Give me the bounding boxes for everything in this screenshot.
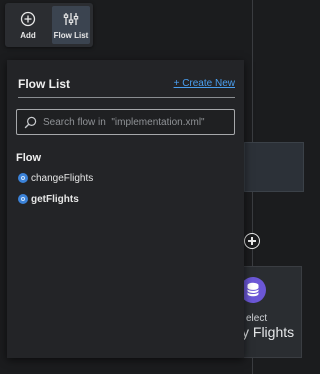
sliders-icon [63,13,79,25]
add-button[interactable]: Add [9,6,47,44]
node-subtitle: elect [246,313,268,324]
panel-title: Flow List [18,77,70,91]
node-title: y Flights [242,324,295,340]
flow-item-label: changeFlights [31,173,94,184]
flow-icon [18,173,28,183]
canvas-add-step-icon[interactable] [244,233,260,249]
flow-item-getflights[interactable]: getFlights [18,194,79,208]
add-button-label: Add [20,31,36,40]
divider [18,97,235,98]
plus-circle-icon [20,11,36,27]
canvas-flow-block[interactable] [244,142,304,192]
create-new-link[interactable]: + Create New [174,78,235,89]
flow-icon [18,194,28,204]
flow-section-heading: Flow [16,152,42,164]
flow-list-button[interactable]: Flow List [52,6,90,44]
search-icon [24,116,37,129]
flow-designer: elect y Flights Add Flow List Flow List … [0,0,304,374]
search-input[interactable] [43,113,231,131]
flow-item-changeflights[interactable]: changeFlights [18,173,93,187]
flow-list-panel: Flow List + Create New Flow changeFlight… [7,60,244,358]
flow-list-button-label: Flow List [53,31,89,40]
search-box[interactable] [16,109,235,135]
flow-item-label: getFlights [31,194,79,205]
toolbar: Add Flow List [5,3,93,47]
